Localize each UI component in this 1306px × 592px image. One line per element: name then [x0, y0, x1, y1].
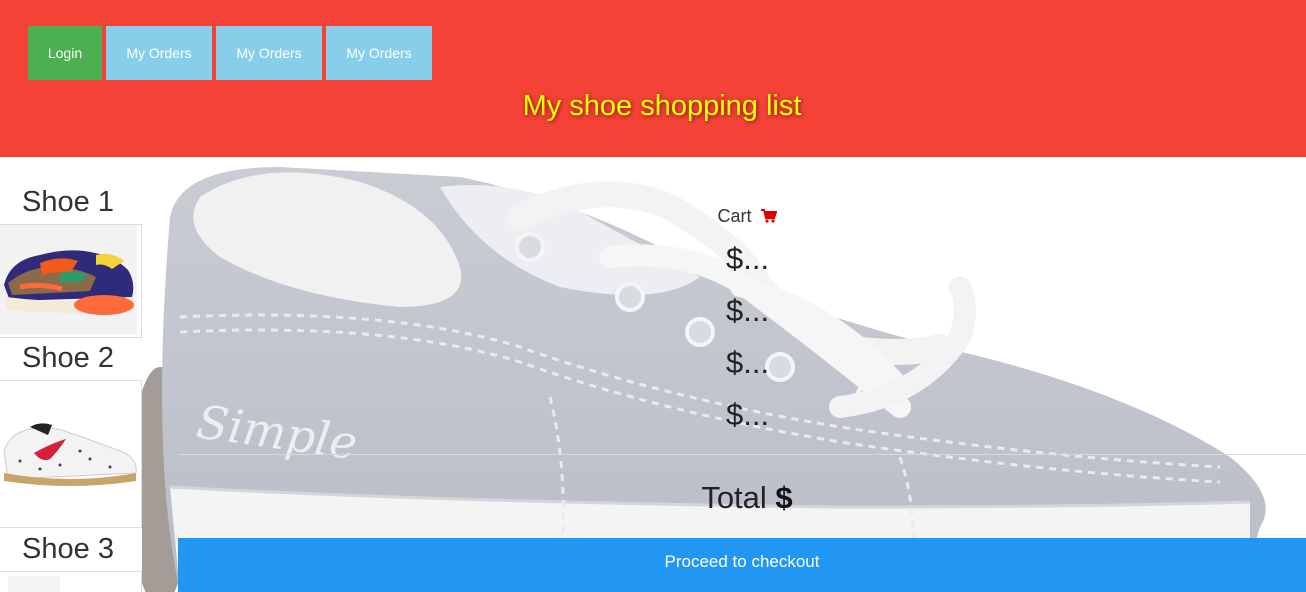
shoe-2-image — [0, 381, 141, 527]
proceed-to-checkout-button[interactable]: Proceed to checkout — [178, 538, 1306, 592]
shoe-3-image — [0, 572, 141, 592]
header: Login My Orders My Orders My Orders My s… — [0, 0, 1306, 157]
cart-total: Total $ — [178, 480, 1306, 516]
cart-item-price-3: $... — [726, 345, 770, 380]
my-orders-button-3[interactable]: My Orders — [326, 26, 432, 80]
shoe-1-image — [0, 225, 137, 334]
cart-header: Cart — [178, 206, 1306, 228]
cart-item-price-1: $... — [726, 241, 770, 276]
shoe-3-card[interactable] — [0, 571, 142, 592]
total-value: $ — [775, 480, 793, 515]
shoe-2-card[interactable] — [0, 380, 142, 528]
page-title: My shoe shopping list — [522, 90, 802, 122]
my-orders-button-1[interactable]: My Orders — [106, 26, 212, 80]
total-label: Total — [701, 480, 767, 515]
shoe-sidebar: Shoe 1 Shoe 2 Shoe 3 — [0, 157, 142, 592]
shoe-1-title: Shoe 1 — [22, 186, 114, 218]
cart-label: Cart — [717, 206, 752, 226]
shopping-cart-icon — [760, 207, 777, 228]
cart-panel: Cart $... $... $... $... Total $ — [178, 157, 1306, 538]
page: Simple Login My Orders My Orders My Orde… — [0, 0, 1306, 592]
cart-divider — [178, 454, 1306, 455]
login-button[interactable]: Login — [28, 26, 102, 80]
my-orders-button-2[interactable]: My Orders — [216, 26, 322, 80]
shoe-3-title: Shoe 3 — [22, 533, 114, 565]
nav-bar: Login My Orders My Orders My Orders — [28, 26, 436, 80]
shoe-1-card[interactable] — [0, 224, 142, 338]
cart-item-price-4: $... — [726, 397, 770, 432]
cart-item-price-2: $... — [726, 293, 770, 328]
shoe-2-title: Shoe 2 — [22, 342, 114, 374]
